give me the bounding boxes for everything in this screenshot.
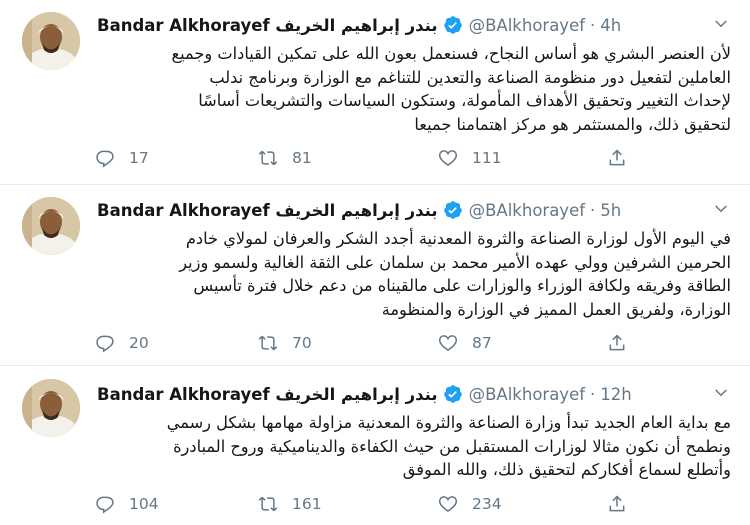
- tweet[interactable]: Bandar Alkhorayef بندر إبراهيم الخريف @B…: [0, 0, 750, 185]
- caret-down-icon[interactable]: [712, 200, 730, 218]
- retweet-button[interactable]: 81: [258, 148, 312, 168]
- tweet-feed: Bandar Alkhorayef بندر إبراهيم الخريف @B…: [0, 0, 750, 525]
- tweet-header: Bandar Alkhorayef بندر إبراهيم الخريف @B…: [97, 382, 730, 406]
- retweet-count: 70: [292, 334, 312, 352]
- like-button[interactable]: 234: [438, 494, 502, 514]
- separator-dot: ·: [590, 15, 596, 35]
- tweet-line: الوزارة، ولفريق العمل المميز في الوزارة …: [381, 299, 731, 319]
- reply-icon: [96, 335, 114, 353]
- display-name[interactable]: Bandar Alkhorayef بندر إبراهيم الخريف: [97, 385, 438, 404]
- tweet-text: في اليوم الأول لوزارة الصناعة والثروة ال…: [97, 227, 731, 321]
- tweet-line: وأتطلع لسماع أفكاركم لتحقيق ذلك، والله ا…: [402, 460, 731, 479]
- display-name[interactable]: Bandar Alkhorayef بندر إبراهيم الخريف: [97, 201, 438, 220]
- reply-button[interactable]: 104: [95, 494, 159, 514]
- reply-button[interactable]: 20: [95, 333, 149, 353]
- avatar[interactable]: [22, 379, 80, 437]
- tweet-actions: 17 81 111: [95, 148, 635, 170]
- share-button[interactable]: [607, 148, 641, 168]
- display-name[interactable]: Bandar Alkhorayef بندر إبراهيم الخريف: [97, 16, 438, 35]
- like-icon: [438, 150, 458, 167]
- retweet-button[interactable]: 161: [258, 494, 322, 514]
- like-button[interactable]: 87: [438, 333, 492, 353]
- tweet-actions: 104 161 234: [95, 494, 635, 516]
- tweet-line: لتحقيق ذلك، والمستثمر هو مركز اهتمامنا ج…: [414, 114, 731, 134]
- reply-count: 104: [129, 495, 159, 513]
- timestamp[interactable]: 5h: [600, 201, 621, 220]
- like-icon: [438, 335, 458, 352]
- timestamp[interactable]: 4h: [600, 16, 621, 35]
- verified-badge-icon: [443, 201, 462, 219]
- reply-button[interactable]: 17: [95, 148, 149, 168]
- avatar[interactable]: [22, 12, 80, 70]
- tweet-header: Bandar Alkhorayef بندر إبراهيم الخريف @B…: [97, 13, 730, 37]
- share-icon: [609, 334, 625, 351]
- handle[interactable]: @BAlkhorayef: [469, 201, 585, 220]
- reply-icon: [96, 150, 114, 168]
- share-icon: [609, 495, 625, 512]
- share-icon: [609, 149, 625, 166]
- like-button[interactable]: 111: [438, 148, 502, 168]
- retweet-icon: [258, 496, 278, 512]
- handle[interactable]: @BAlkhorayef: [469, 385, 585, 404]
- avatar[interactable]: [22, 197, 80, 255]
- retweet-count: 161: [292, 495, 322, 513]
- verified-badge-icon: [443, 385, 462, 403]
- tweet-text: مع بداية العام الجديد تبدأ وزارة الصناعة…: [97, 411, 731, 482]
- tweet-header: Bandar Alkhorayef بندر إبراهيم الخريف @B…: [97, 198, 730, 222]
- share-button[interactable]: [607, 333, 641, 353]
- handle[interactable]: @BAlkhorayef: [469, 16, 585, 35]
- caret-down-icon[interactable]: [712, 384, 730, 402]
- tweet[interactable]: Bandar Alkhorayef بندر إبراهيم الخريف @B…: [0, 185, 750, 366]
- reply-count: 20: [129, 334, 149, 352]
- retweet-count: 81: [292, 149, 312, 167]
- reply-icon: [96, 496, 114, 514]
- retweet-icon: [258, 150, 278, 166]
- tweet-text: لأن العنصر البشري هو أساس النجاح، فسنعمل…: [97, 42, 731, 136]
- tweet-line: مع بداية العام الجديد تبدأ وزارة الصناعة…: [166, 413, 731, 432]
- like-icon: [438, 496, 458, 513]
- separator-dot: ·: [590, 200, 596, 220]
- tweet-line: العاملين لتفعيل دور منظومة الصناعة والتع…: [209, 67, 731, 87]
- like-count: 111: [472, 149, 502, 167]
- reply-count: 17: [129, 149, 149, 167]
- tweet-line: الحرمين الشرفين وولي عهده الأمير محمد بن…: [179, 252, 731, 272]
- tweet-actions: 20 70 87: [95, 333, 635, 355]
- share-button[interactable]: [607, 494, 641, 514]
- separator-dot: ·: [590, 384, 596, 404]
- tweet-line: لإحداث التغيير وتحقيق الأهداف المأمولة، …: [198, 91, 731, 110]
- tweet-line: ونطمح أن نكون مثالا لوزارات المستقبل من …: [173, 436, 731, 456]
- verified-badge-icon: [443, 16, 462, 34]
- like-count: 87: [472, 334, 492, 352]
- caret-down-icon[interactable]: [712, 15, 730, 33]
- tweet-line: الطاقة وفريقه ولكافة الوزراء والوزارات ع…: [193, 276, 731, 295]
- timestamp[interactable]: 12h: [600, 385, 631, 404]
- tweet[interactable]: Bandar Alkhorayef بندر إبراهيم الخريف @B…: [0, 366, 750, 525]
- tweet-line: لأن العنصر البشري هو أساس النجاح، فسنعمل…: [171, 44, 731, 63]
- retweet-icon: [258, 335, 278, 351]
- like-count: 234: [472, 495, 502, 513]
- retweet-button[interactable]: 70: [258, 333, 312, 353]
- tweet-line: في اليوم الأول لوزارة الصناعة والثروة ال…: [185, 229, 731, 248]
